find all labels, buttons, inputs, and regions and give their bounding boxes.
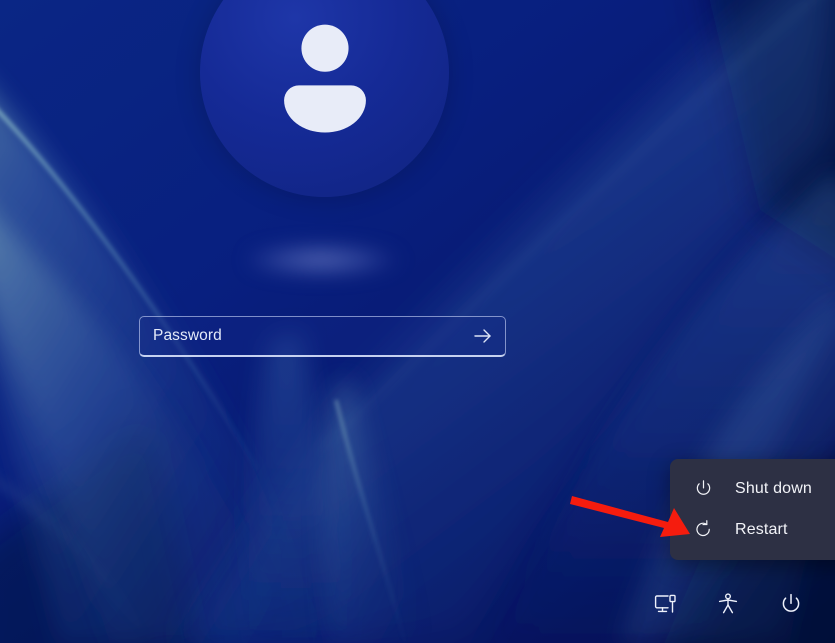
power-icon [782, 593, 800, 612]
person-avatar-icon [283, 24, 366, 133]
power-icon [692, 478, 714, 500]
restart-circular-arrow-icon [692, 519, 714, 541]
arrow-right-icon [474, 329, 491, 343]
password-placeholder: Password [153, 327, 222, 344]
system-tray [649, 588, 807, 620]
menu-item-shut-down[interactable]: Shut down [670, 468, 835, 509]
ethernet-network-icon [654, 594, 676, 613]
power-button[interactable] [775, 588, 807, 620]
password-input[interactable]: Password [139, 316, 506, 357]
lock-screen: Password Shut down Restart [0, 0, 835, 643]
menu-item-label: Shut down [735, 479, 812, 497]
network-button[interactable] [649, 588, 681, 620]
menu-item-restart[interactable]: Restart [670, 509, 835, 550]
accessibility-person-icon [718, 593, 738, 614]
menu-item-label: Restart [735, 520, 788, 538]
password-submit-button[interactable] [461, 317, 505, 355]
power-context-menu: Shut down Restart [670, 459, 835, 560]
accessibility-button[interactable] [712, 588, 744, 620]
